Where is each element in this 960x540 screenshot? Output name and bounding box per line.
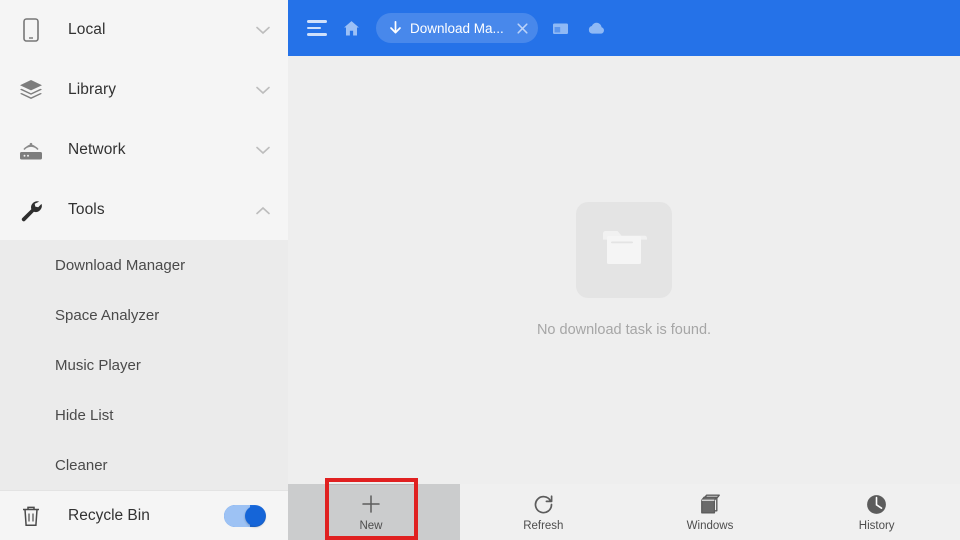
- trash-icon: [14, 499, 48, 533]
- tab-title: Download Ma...: [410, 20, 504, 36]
- sidebar-subitem-label: Music Player: [55, 356, 141, 374]
- refresh-icon: [532, 492, 555, 516]
- chevron-up-icon[interactable]: [254, 201, 272, 219]
- close-icon[interactable]: [512, 17, 534, 39]
- wrench-icon: [14, 193, 48, 227]
- cloud-icon[interactable]: [580, 11, 614, 45]
- window-icon[interactable]: [544, 11, 578, 45]
- bottom-toolbar-actions: Refresh Windows History: [460, 484, 960, 540]
- sidebar-subitem-label: Space Analyzer: [55, 306, 160, 324]
- new-button-label: New: [359, 520, 383, 532]
- toolbar-extra-icons: [544, 11, 614, 45]
- recycle-bin-toggle[interactable]: [224, 504, 266, 527]
- sidebar-item-label: Recycle Bin: [68, 506, 150, 524]
- sidebar-item-label: Tools: [68, 201, 105, 218]
- sidebar-subitem-cleaner[interactable]: Cleaner: [0, 440, 288, 490]
- sidebar-item-label: Library: [68, 81, 117, 98]
- top-toolbar: Download Ma...: [288, 0, 960, 56]
- bottom-toolbar-new-zone: New: [288, 484, 460, 540]
- refresh-button-label: Refresh: [523, 520, 564, 532]
- sidebar-item-label: Network: [68, 141, 126, 158]
- sidebar-item-network[interactable]: Network: [0, 120, 288, 180]
- windows-button-label: Windows: [686, 520, 734, 532]
- home-icon[interactable]: [334, 11, 368, 45]
- clock-icon: [865, 492, 888, 516]
- sidebar-item-label: Local: [68, 21, 106, 38]
- sidebar-subitem-hide-list[interactable]: Hide List: [0, 390, 288, 440]
- sidebar-item-tools[interactable]: Tools: [0, 180, 288, 240]
- phone-icon: [14, 13, 48, 47]
- sidebar-subitem-space-analyzer[interactable]: Space Analyzer: [0, 290, 288, 340]
- sidebar-subitem-label: Hide List: [55, 406, 114, 424]
- router-icon: [14, 133, 48, 167]
- sidebar-item-recycle-bin[interactable]: Recycle Bin: [0, 490, 288, 540]
- windows-stack-icon: [698, 492, 722, 516]
- sidebar-item-library[interactable]: Library: [0, 60, 288, 120]
- chevron-down-icon[interactable]: [254, 141, 272, 159]
- folder-icon: [600, 227, 648, 274]
- chevron-down-icon[interactable]: [254, 21, 272, 39]
- download-arrow-icon: [386, 19, 404, 37]
- chevron-down-icon[interactable]: [254, 81, 272, 99]
- plus-icon: [360, 492, 382, 516]
- sidebar-groups: Local Library Network Tools Download Man…: [0, 0, 288, 490]
- bottom-toolbar: New Refresh Windows History: [288, 484, 960, 540]
- right-pane: Download Ma... No download task is found…: [288, 0, 960, 540]
- sidebar: Local Library Network Tools Download Man…: [0, 0, 288, 540]
- history-button-label: History: [858, 520, 895, 532]
- app-root: Local Library Network Tools Download Man…: [0, 0, 960, 540]
- sidebar-subitem-download-manager[interactable]: Download Manager: [0, 240, 288, 290]
- layers-icon: [14, 73, 48, 107]
- hamburger-menu-icon[interactable]: [300, 11, 334, 45]
- sidebar-subitem-label: Cleaner: [55, 456, 108, 474]
- sidebar-tools-submenu: Download Manager Space Analyzer Music Pl…: [0, 240, 288, 490]
- empty-state-text: No download task is found.: [536, 322, 712, 338]
- new-button[interactable]: New: [325, 484, 417, 540]
- tab-download-manager[interactable]: Download Ma...: [376, 13, 538, 43]
- history-button[interactable]: History: [793, 484, 960, 540]
- sidebar-subitem-label: Download Manager: [55, 256, 186, 274]
- empty-state-card: [576, 202, 672, 298]
- main-content: No download task is found.: [288, 56, 960, 540]
- sidebar-subitem-music-player[interactable]: Music Player: [0, 340, 288, 390]
- refresh-button[interactable]: Refresh: [460, 484, 627, 540]
- windows-button[interactable]: Windows: [627, 484, 794, 540]
- sidebar-item-local[interactable]: Local: [0, 0, 288, 60]
